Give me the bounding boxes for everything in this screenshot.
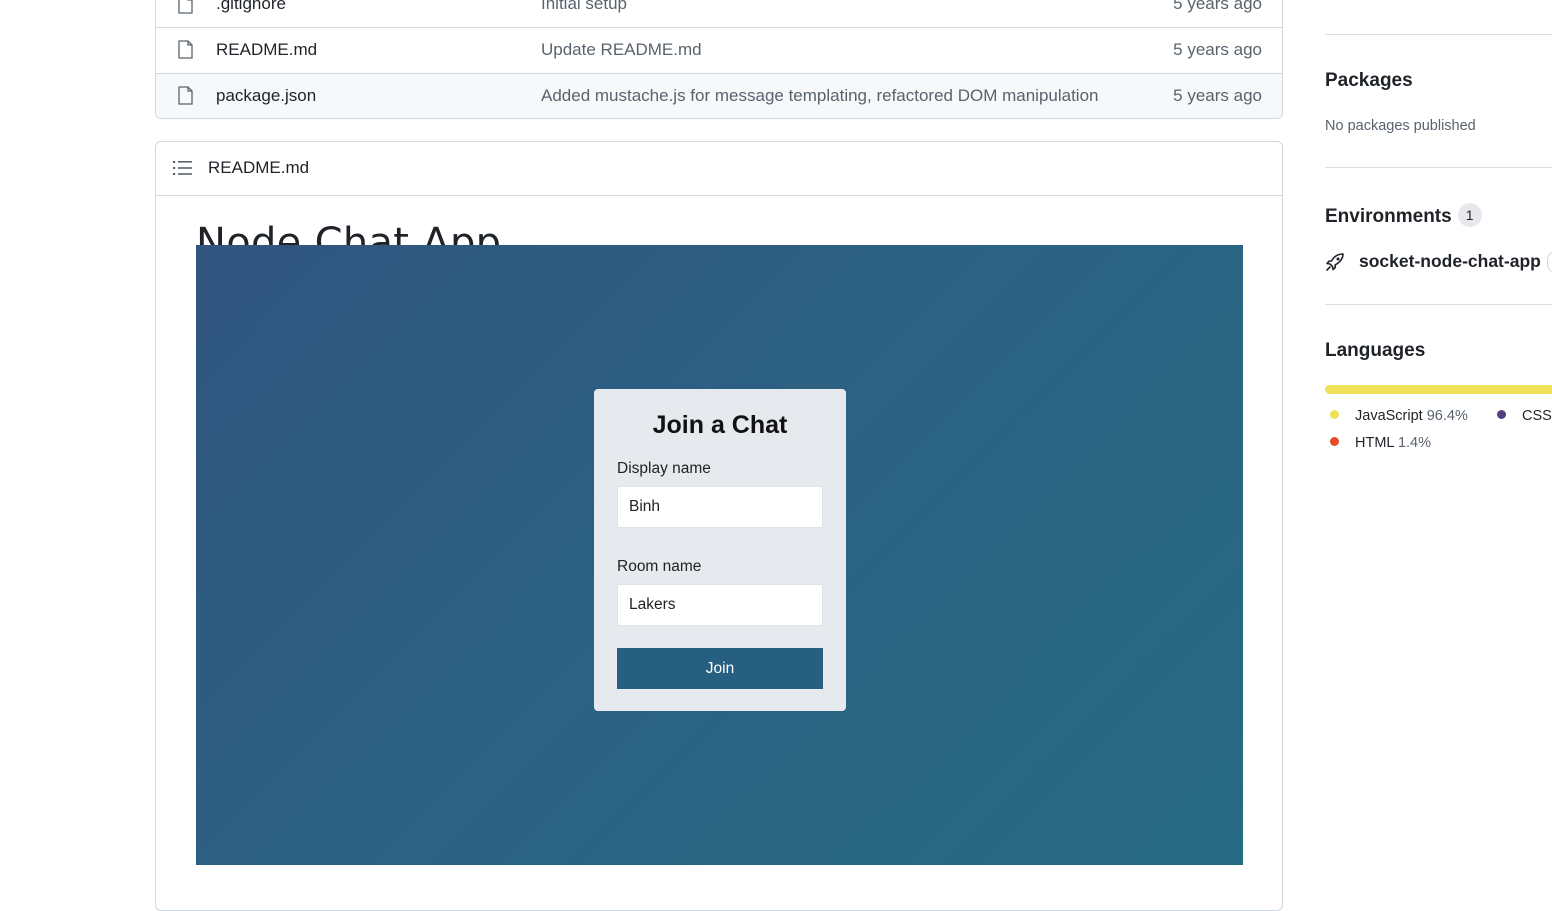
environment-name[interactable]: socket-node-chat-app <box>1359 251 1541 272</box>
commit-age: 5 years ago <box>1173 86 1262 105</box>
language-name: CSS <box>1522 408 1552 424</box>
language-name: JavaScript <box>1355 408 1423 424</box>
repo-sidebar: Packages No packages published Environme… <box>1325 0 1552 890</box>
divider <box>1325 34 1552 35</box>
language-color-dot <box>1330 410 1339 419</box>
display-name-field: Binh <box>617 486 823 528</box>
language-item-css[interactable]: CSS <box>1497 408 1552 424</box>
file-icon <box>178 86 193 105</box>
readme-panel: README.md Node Chat App Join a Chat Disp… <box>155 141 1283 911</box>
file-row[interactable]: README.md Update README.md 5 years ago <box>156 27 1282 73</box>
language-item-javascript[interactable]: JavaScript 96.4% <box>1330 408 1468 424</box>
join-chat-title: Join a Chat <box>652 411 788 439</box>
file-name[interactable]: package.json <box>216 86 316 106</box>
file-name[interactable]: .gitignore <box>216 0 286 14</box>
file-icon <box>178 40 193 59</box>
environments-title[interactable]: Environments <box>1325 206 1452 227</box>
language-name: HTML <box>1355 435 1394 451</box>
languages-title: Languages <box>1325 340 1426 361</box>
join-chat-card: Join a Chat Display name Binh Room name … <box>594 389 846 711</box>
commit-age: 5 years ago <box>1173 40 1262 59</box>
readme-filename[interactable]: README.md <box>208 158 309 178</box>
file-row[interactable]: package.json Added mustache.js for messa… <box>156 73 1282 118</box>
language-percent: 96.4% <box>1426 408 1468 424</box>
packages-empty-text: No packages published <box>1325 118 1476 134</box>
file-row[interactable]: .gitignore Initial setup 5 years ago <box>156 0 1282 27</box>
app-screenshot: Join a Chat Display name Binh Room name … <box>196 245 1243 865</box>
room-name-field: Lakers <box>617 584 823 626</box>
rocket-icon <box>1326 253 1344 271</box>
packages-title[interactable]: Packages <box>1325 70 1413 92</box>
commit-message[interactable]: Initial setup <box>541 0 627 14</box>
divider <box>1325 167 1552 168</box>
language-bar <box>1325 385 1552 394</box>
commit-message[interactable]: Added mustache.js for message templating… <box>541 86 1099 106</box>
commit-age: 5 years ago <box>1173 0 1262 13</box>
environment-status-pill <box>1547 250 1552 274</box>
divider <box>1325 304 1552 305</box>
environments-heading: Environments 1 <box>1325 203 1482 228</box>
display-name-label: Display name <box>617 460 711 477</box>
language-color-dot <box>1497 410 1506 419</box>
join-button: Join <box>617 648 823 689</box>
language-item-html[interactable]: HTML 1.4% <box>1330 435 1431 451</box>
commit-message[interactable]: Update README.md <box>541 40 702 60</box>
language-color-dot <box>1330 437 1339 446</box>
file-list: .gitignore Initial setup 5 years ago REA… <box>155 0 1283 119</box>
language-percent: 1.4% <box>1397 435 1432 451</box>
file-icon <box>178 0 193 14</box>
room-name-label: Room name <box>617 558 702 575</box>
outline-list-icon[interactable] <box>173 160 192 176</box>
environments-count-badge: 1 <box>1457 203 1482 227</box>
readme-header: README.md <box>156 142 1282 196</box>
file-name[interactable]: README.md <box>216 40 317 60</box>
